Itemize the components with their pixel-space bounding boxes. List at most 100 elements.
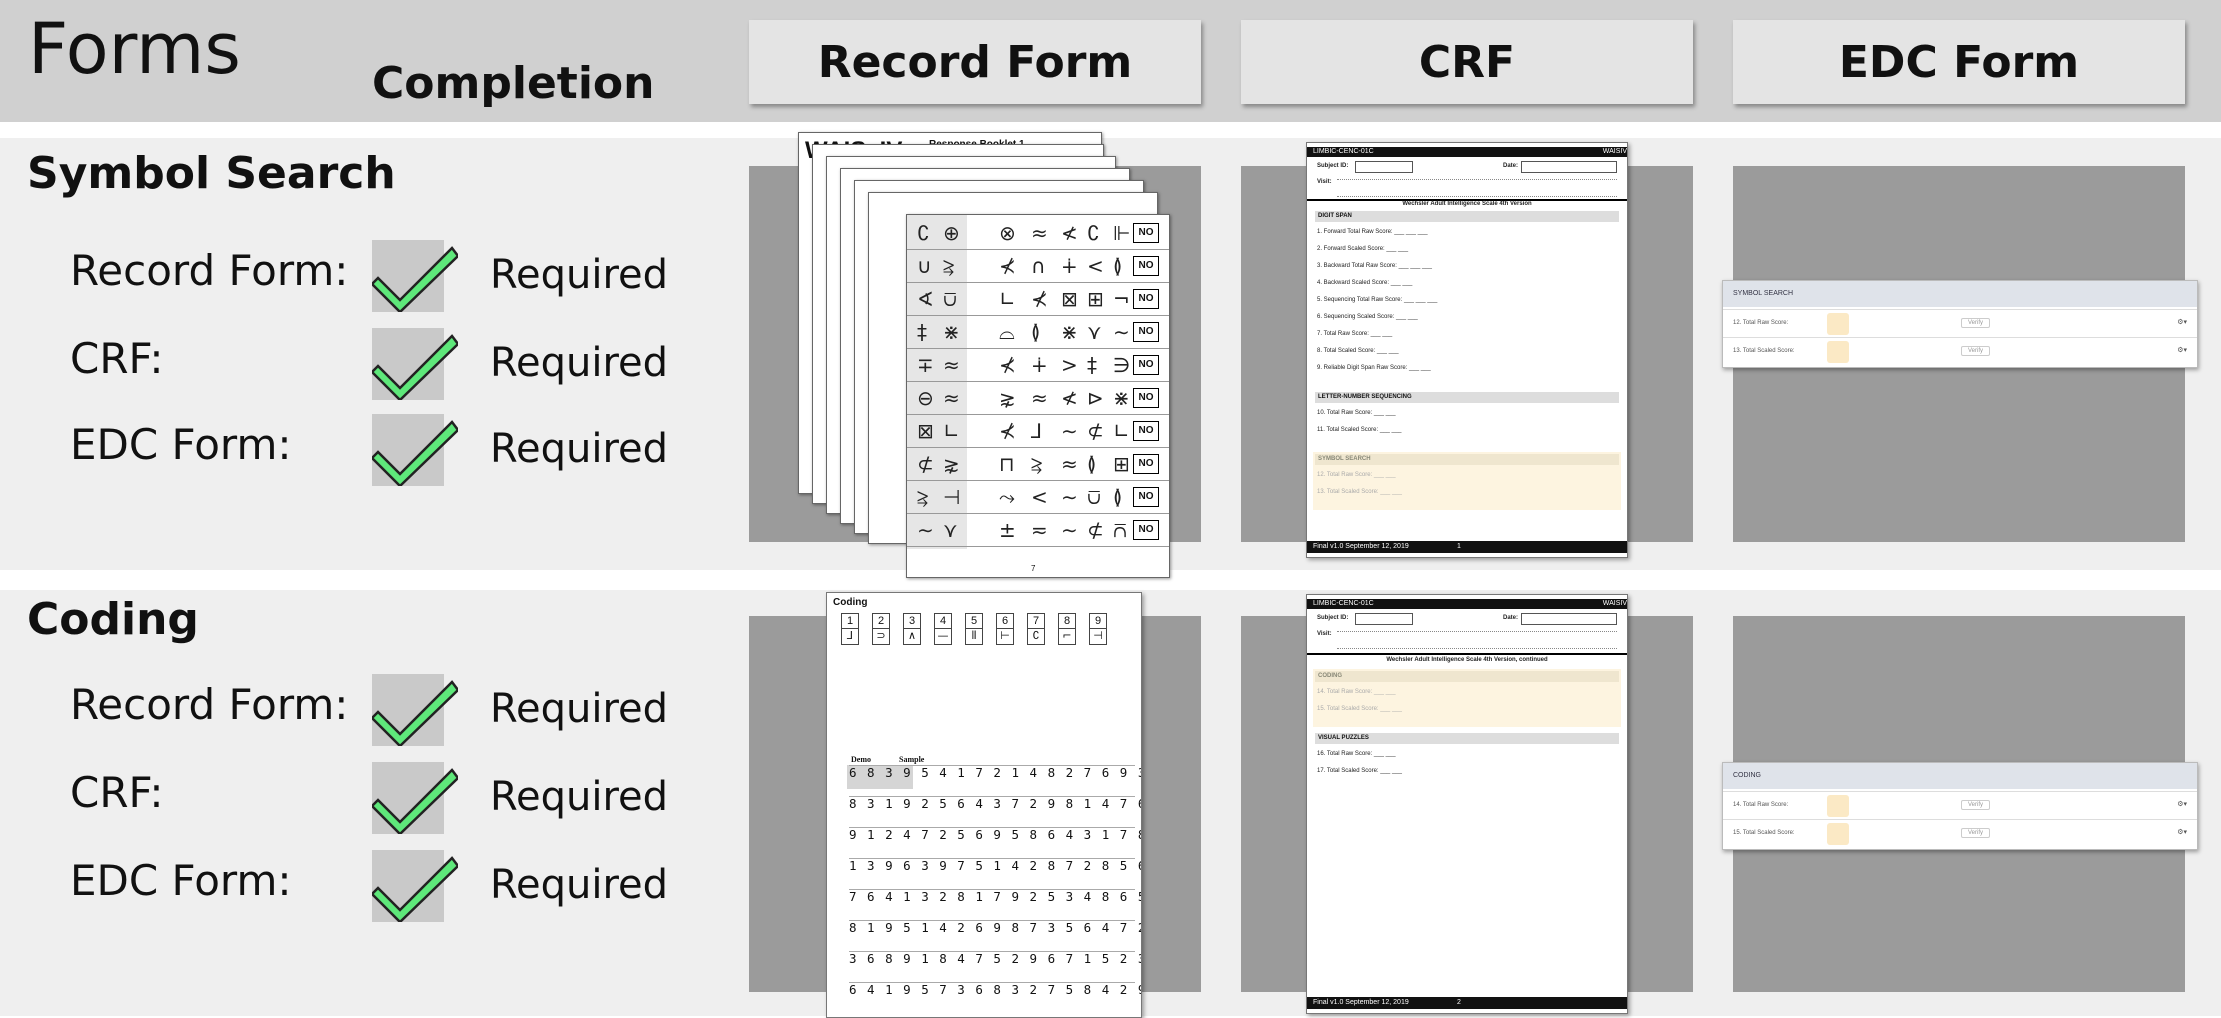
edc-field-label: 12. Total Raw Score:: [1733, 320, 1789, 326]
edc-field-label: 13. Total Scaled Score:: [1733, 348, 1795, 354]
crf-header-bar: LIMBIC-CENC-01C WAISIV: [1307, 147, 1627, 157]
crf-field: 5. Sequencing Total Raw Score: ___ ___ _…: [1317, 297, 1438, 303]
symbol-glyph: ≂: [1031, 518, 1048, 542]
page-number: 7: [1031, 564, 1036, 573]
symbol-glyph: ⊠: [1061, 287, 1078, 311]
symbol-glyph: ⊣: [943, 485, 961, 509]
crf-field: 1. Forward Total Raw Score: ___ ___ ___: [1317, 229, 1428, 235]
coding-key-number: 1: [842, 614, 858, 629]
crf-section-heading: CODING: [1315, 671, 1619, 682]
coding-key-number: 8: [1059, 614, 1075, 629]
requirement-label: EDC Form:: [70, 856, 292, 905]
symbol-glyph: ⋇: [943, 320, 960, 344]
symbol-glyph: ⥸: [917, 485, 929, 509]
no-checkbox: NO: [1133, 520, 1159, 540]
symbol-glyph: ∔: [1061, 254, 1078, 278]
symbol-search-page: ∁ ⊕ ⊗ ≈ ≮ ∁ ⊩ NO ∪ ⥸ ⊀ ∩ ∔ < ≬ NO ∢ ⩂ ∟ ⊀ ⊠ ⊞ ¬ NO ‡ ⋇ ⌓ ≬ ⋇ ⋎ ∼ NO ∓ ≈ ⊀ ∔…: [906, 214, 1170, 578]
requirement-label: CRF:: [70, 768, 164, 817]
edc-verify-button[interactable]: Verify: [1961, 800, 1991, 810]
crf-section-heading: VISUAL PUZZLES: [1315, 733, 1619, 744]
symbol-glyph: ≈: [943, 386, 960, 410]
edc-verify-button[interactable]: Verify: [1961, 828, 1991, 838]
header-bar: Forms Completion Record Form CRF EDC For…: [0, 0, 2221, 122]
symbol-glyph: ∩: [1031, 254, 1046, 278]
symbol-glyph: ∋: [1113, 353, 1131, 377]
crf-subject-boxes: [1355, 161, 1413, 173]
edc-verify-button[interactable]: Verify: [1961, 346, 1991, 356]
symbol-glyph: ⋇: [1061, 320, 1078, 344]
column-header-edc-form: EDC Form: [1733, 20, 2185, 104]
symbol-glyph: <: [1087, 254, 1104, 278]
symbol-glyph: ⊀: [999, 419, 1016, 443]
edc-value-input[interactable]: [1827, 313, 1849, 335]
edc-field-row: 12. Total Raw Score: Verify ⚙▾: [1723, 309, 2197, 338]
symbol-glyph: ⋇: [1113, 386, 1130, 410]
symbol-glyph: ⊗: [999, 221, 1016, 245]
symbol-glyph: ¬: [1113, 287, 1130, 311]
symbol-glyph: ‡: [917, 320, 927, 344]
gear-icon[interactable]: ⚙▾: [2177, 800, 2187, 808]
symbol-row: ∪ ⥸ ⊀ ∩ ∔ < ≬ NO: [907, 250, 1169, 283]
gear-icon[interactable]: ⚙▾: [2177, 318, 2187, 326]
symbol-glyph: ∢: [917, 287, 934, 311]
symbol-glyph: ≮: [1061, 221, 1078, 245]
symbol-glyph: ⊀: [1031, 287, 1048, 311]
record-form-coding-page: Coding 1 ⅃ 2 ⊃ 3 ∧ 4—5 ⫴ 6 ⊢ 7 ∁ 8 ⌐ 9 ⊣ Demo Sample 6 …: [826, 592, 1142, 1018]
symbol-glyph: ⋎: [943, 518, 958, 542]
symbol-glyph: ⥸: [1031, 452, 1043, 476]
symbol-glyph: ‡: [1087, 353, 1097, 377]
crf-section-heading: LETTER-NUMBER SEQUENCING: [1315, 392, 1619, 403]
crf-field: 6. Sequencing Scaled Score: ___ ___: [1317, 314, 1418, 320]
crf-visit-label: Visit:: [1317, 179, 1332, 185]
crf-subject-label: Subject ID:: [1317, 163, 1349, 169]
edc-verify-button[interactable]: Verify: [1961, 318, 1991, 328]
crf-page-number: 1: [1457, 543, 1461, 550]
crf-header-bar: LIMBIC-CENC-01C WAISIV: [1307, 599, 1627, 609]
crf-field: 10. Total Raw Score: ___ ___: [1317, 410, 1396, 416]
symbol-glyph: ≈: [943, 353, 960, 377]
coding-key-box: 9 ⊣: [1089, 613, 1107, 645]
symbol-glyph: ∟: [1113, 419, 1130, 443]
crf-visit-label: Visit:: [1317, 631, 1332, 637]
edc-field-label: 15. Total Scaled Score:: [1733, 830, 1795, 836]
symbol-glyph: ⅃: [1031, 419, 1043, 443]
symbol-row: ⥸ ⊣ ⤳ < ∼ ⩂ ≬ NO: [907, 481, 1169, 514]
edc-value-input[interactable]: [1827, 795, 1849, 817]
coding-key-symbol: ⊢: [1000, 629, 1010, 642]
symbol-glyph: ⊄: [917, 452, 934, 476]
edc-value-input[interactable]: [1827, 341, 1849, 363]
crf-code: LIMBIC-CENC-01C: [1313, 148, 1374, 155]
no-checkbox: NO: [1133, 454, 1159, 474]
coding-key-number: 4: [935, 614, 951, 629]
crf-heading: Wechsler Adult Intelligence Scale 4th Ve…: [1402, 201, 1532, 207]
edc-field-row: 14. Total Raw Score: Verify ⚙▾: [1723, 791, 2197, 820]
symbol-glyph: ∓: [917, 353, 934, 377]
crf-footer: Final v1.0 September 12, 2019 1: [1307, 541, 1627, 553]
crf-footer-text: Final v1.0 September 12, 2019: [1313, 999, 1409, 1006]
coding-key-symbol: —: [937, 629, 949, 642]
symbol-glyph: ∼: [917, 518, 934, 542]
coding-key-symbol: ∧: [907, 629, 917, 642]
gear-icon[interactable]: ⚙▾: [2177, 346, 2187, 354]
symbol-glyph: ⊳: [1087, 386, 1104, 410]
crf-section-heading: SYMBOL SEARCH: [1315, 454, 1619, 465]
edc-value-input[interactable]: [1827, 823, 1849, 845]
column-header-record-form: Record Form: [749, 20, 1201, 104]
crf-coding-page: LIMBIC-CENC-01C WAISIV Subject ID: Date:…: [1306, 594, 1628, 1014]
symbol-glyph: <: [1031, 485, 1048, 509]
coding-key-number: 6: [997, 614, 1013, 629]
coding-key-number: 2: [873, 614, 889, 629]
symbol-row: ∁ ⊕ ⊗ ≈ ≮ ∁ ⊩ NO: [907, 217, 1169, 250]
crf-footer-text: Final v1.0 September 12, 2019: [1313, 543, 1409, 550]
symbol-row: ∢ ⩂ ∟ ⊀ ⊠ ⊞ ¬ NO: [907, 283, 1169, 316]
symbol-glyph: ∟: [943, 419, 960, 443]
crf-subject-boxes: [1355, 613, 1413, 625]
gear-icon[interactable]: ⚙▾: [2177, 828, 2187, 836]
demo-label: Demo: [851, 755, 871, 764]
symbol-row: ‡ ⋇ ⌓ ≬ ⋇ ⋎ ∼ NO: [907, 316, 1169, 349]
crf-field: 9. Reliable Digit Span Raw Score: ___ __…: [1317, 365, 1431, 371]
edc-field-label: 14. Total Raw Score:: [1733, 802, 1789, 808]
symbol-glyph: ⩃: [1113, 518, 1127, 542]
crf-field: 12. Total Raw Score: ___ ___: [1317, 472, 1396, 478]
symbol-glyph: ∁: [1087, 221, 1100, 245]
